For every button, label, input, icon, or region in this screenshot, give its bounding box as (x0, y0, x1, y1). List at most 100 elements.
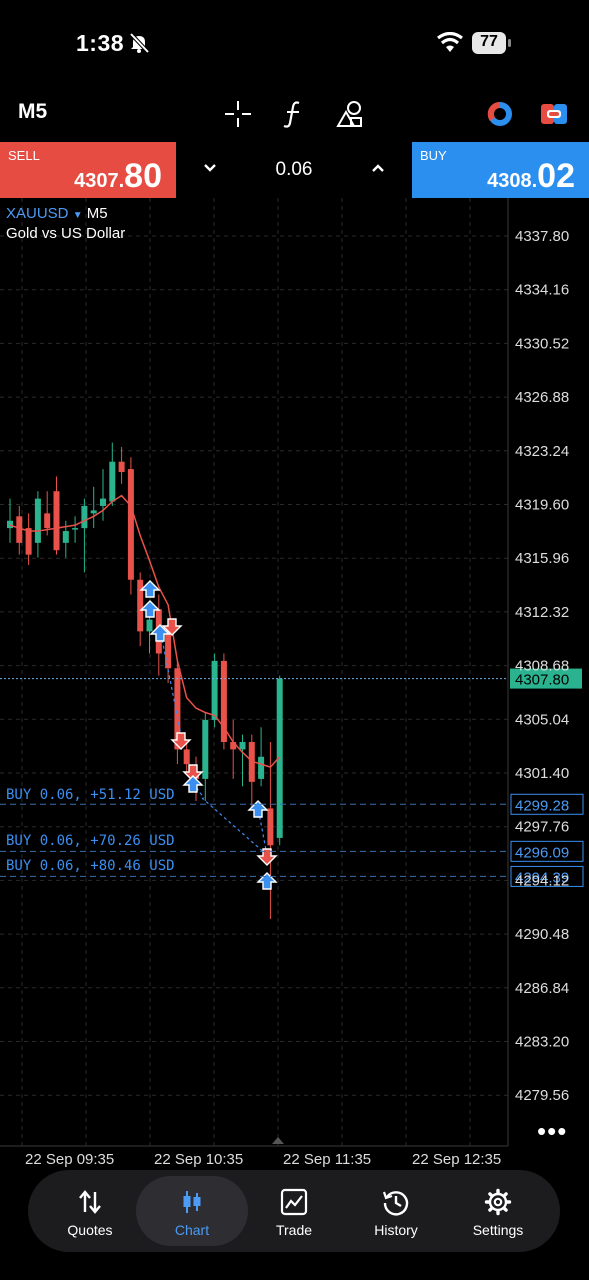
price-label: 4283.20 (515, 1034, 569, 1051)
candle (165, 631, 172, 669)
price-label: 4337.80 (515, 228, 569, 245)
price-label: 4305.04 (515, 711, 569, 728)
price-axis: 4337.80 4334.16 4330.52 4326.88 4323.24 4319.… (515, 228, 569, 1104)
nav-label: Chart (174, 1222, 210, 1238)
time-label: 22 Sep 11:35 (283, 1151, 371, 1168)
time-label: 22 Sep 10:35 (154, 1151, 243, 1168)
price-label: 4290.48 (515, 926, 569, 943)
indicators-icon[interactable] (278, 98, 310, 130)
nav-label: Trade (275, 1222, 313, 1238)
candle (267, 808, 274, 846)
symbol-dropdown-icon[interactable]: ▼ (73, 210, 83, 221)
symbol-timeframe: M5 (86, 205, 108, 222)
buy-price-main: 4308. (487, 170, 538, 192)
chart-grid (0, 198, 509, 1147)
chart-symbol-header[interactable]: XAUUSD ▼ M5 (6, 205, 108, 222)
price-label: 4294.12 (515, 872, 569, 889)
settings-icon (484, 1188, 512, 1216)
time-label: 22 Sep 09:35 (25, 1151, 114, 1168)
candle (7, 520, 13, 529)
timeframe-selector[interactable]: M5 (18, 100, 47, 124)
trade-panel-icon[interactable] (538, 98, 570, 130)
candle (90, 510, 97, 514)
lot-selector: 0.06 (176, 142, 412, 198)
nav-history[interactable]: History (340, 1176, 452, 1246)
buy-button[interactable]: BUY 4308.02 (412, 142, 589, 198)
buy-label: BUY (420, 148, 447, 163)
candle (44, 513, 51, 529)
candle (100, 498, 106, 506)
price-label: 4326.88 (515, 389, 569, 406)
time-axis: 22 Sep 09:35 22 Sep 10:35 22 Sep 11:35 22 S… (25, 1137, 501, 1168)
buy-marker (139, 580, 161, 598)
position-price: 4296.09 (515, 844, 569, 861)
position-price: 4299.28 (515, 797, 569, 814)
status-time: 1:38 (76, 30, 125, 56)
price-label: 4319.60 (515, 497, 569, 514)
candle (53, 491, 60, 551)
candle (81, 505, 88, 529)
price-label: 4315.96 (515, 550, 569, 567)
candle (258, 756, 265, 779)
nav-quotes[interactable]: Quotes (34, 1176, 146, 1246)
symbol-name[interactable]: XAUUSD (6, 205, 69, 222)
trade-bar: SELL 4307.80 0.06 BUY 4308.02 (0, 142, 589, 198)
price-label: 4301.40 (515, 765, 569, 782)
quotes-icon (79, 1190, 101, 1214)
wifi-icon (436, 31, 464, 59)
status-bar: 1:38 77 (0, 0, 589, 88)
price-label: 4330.52 (515, 335, 569, 352)
chart-toolbar: M5 (0, 88, 589, 142)
candle (25, 528, 32, 555)
moving-average (9, 494, 281, 768)
position-label: BUY 0.06, +80.46 USD (6, 858, 175, 874)
candle (72, 528, 79, 530)
candle (211, 660, 218, 720)
history-icon (382, 1191, 409, 1216)
bell-muted-icon (128, 32, 150, 59)
candle (62, 531, 69, 543)
nav-trade[interactable]: Trade (238, 1176, 350, 1246)
price-label: 4312.32 (515, 604, 569, 621)
nav-chart[interactable]: Chart (136, 1176, 248, 1246)
crosshair-icon[interactable] (222, 98, 254, 130)
candle (183, 749, 190, 765)
symbol-description: Gold vs US Dollar (6, 225, 126, 242)
buy-marker (182, 775, 204, 793)
nav-label: Quotes (67, 1222, 113, 1238)
candle (34, 498, 41, 543)
price-label: 4334.16 (515, 282, 569, 299)
objects-icon[interactable] (334, 98, 366, 130)
price-label: 4297.76 (515, 819, 569, 836)
battery-icon: 77 (472, 32, 511, 54)
price-label: 4279.56 (515, 1087, 569, 1104)
candle (239, 742, 246, 750)
position-levels: 4307.804299.28BUY 0.06, +51.12 USD4296.0… (0, 668, 584, 887)
sell-button[interactable]: SELL 4307.80 (0, 142, 176, 198)
bottom-navigation: Quotes Chart Trade History Settings (28, 1170, 560, 1252)
candle (16, 516, 23, 543)
battery-level: 77 (480, 33, 498, 50)
buy-price-pips: 02 (537, 157, 575, 195)
sell-label: SELL (8, 148, 40, 163)
chevron-up-icon[interactable] (370, 160, 386, 181)
candle (146, 619, 153, 632)
sell-price-pips: 80 (124, 157, 162, 195)
price-label: 4286.84 (515, 980, 569, 997)
nav-settings[interactable]: Settings (442, 1176, 554, 1246)
time-label: 22 Sep 12:35 (412, 1151, 501, 1168)
price-chart[interactable]: 4307.804299.28BUY 0.06, +51.12 USD4296.0… (0, 198, 589, 1173)
price-label: 4323.24 (515, 443, 569, 460)
candle (137, 579, 144, 632)
more-options-icon[interactable]: ••• (537, 1116, 567, 1147)
one-click-trading-icon[interactable] (484, 98, 516, 130)
chart-icon (183, 1191, 201, 1213)
trade-icon (280, 1188, 308, 1216)
nav-label: Settings (472, 1222, 524, 1238)
position-label: BUY 0.06, +51.12 USD (6, 787, 175, 803)
candle (118, 461, 125, 473)
price-label: 4308.68 (515, 658, 569, 675)
sell-price-main: 4307. (74, 170, 125, 192)
candle (109, 461, 116, 502)
buy-marker (256, 872, 278, 890)
